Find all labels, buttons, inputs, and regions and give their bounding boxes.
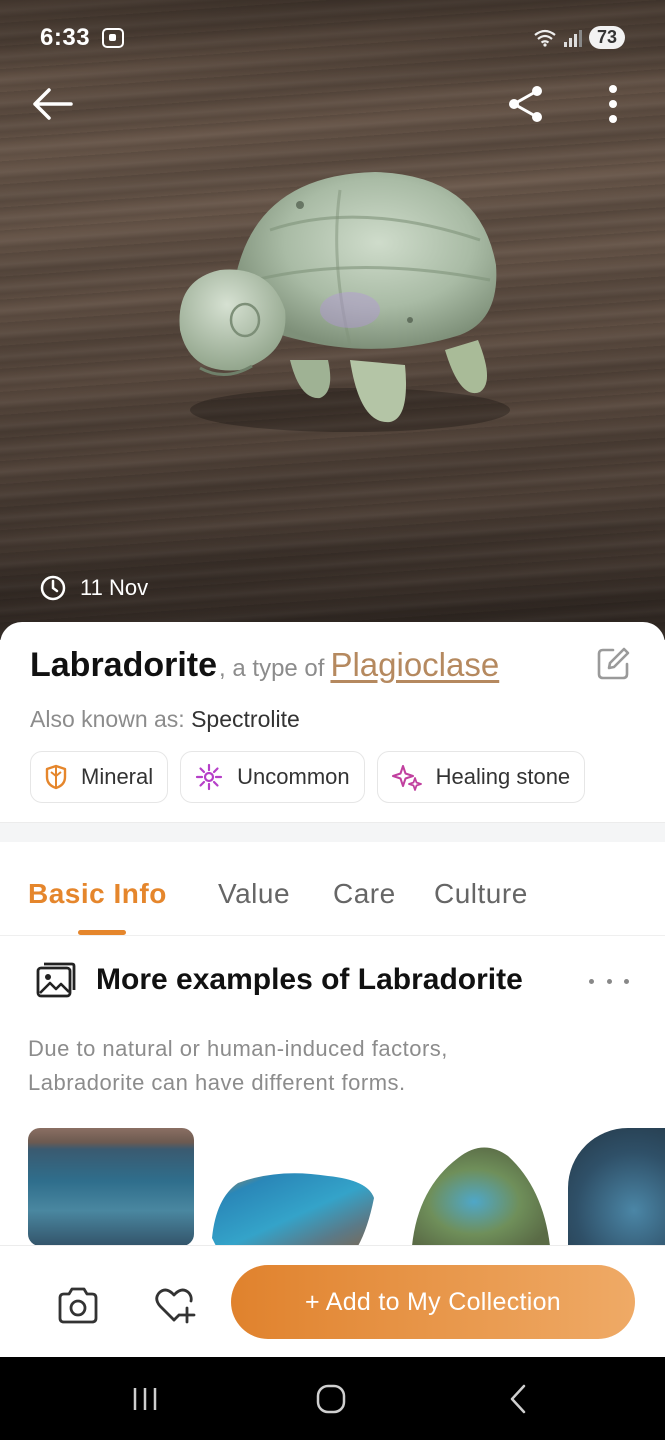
parent-type-link[interactable]: Plagioclase <box>330 646 499 684</box>
wifi-icon <box>534 29 556 47</box>
tab-value[interactable]: Value <box>218 878 290 910</box>
examples-header: More examples of Labradorite <box>36 962 523 998</box>
tag-label: Healing stone <box>435 764 571 789</box>
also-known-as: Also known as: Spectrolite <box>30 706 300 733</box>
home-button[interactable] <box>311 1383 351 1415</box>
capture-date-text: 11 Nov <box>80 575 149 600</box>
more-vertical-icon <box>609 85 617 123</box>
recent-apps-icon <box>133 1388 157 1410</box>
sparkle-icon <box>196 763 223 791</box>
labradorite-rough-image <box>412 1147 550 1246</box>
battery-level: 73 <box>588 26 625 49</box>
status-indicators: 73 <box>533 26 625 49</box>
status-time: 6:33 <box>40 24 91 51</box>
heart-plus-icon <box>155 1288 196 1324</box>
image-gallery-icon <box>36 962 76 998</box>
share-icon <box>509 86 542 122</box>
example-image-4[interactable] <box>568 1128 665 1246</box>
shield-icon <box>45 764 67 790</box>
hero-shade <box>0 0 665 640</box>
status-bar: 6:33 73 <box>0 0 665 80</box>
cell-signal-icon <box>563 29 582 47</box>
bottom-action-bar: + Add to My Collection <box>0 1245 665 1357</box>
tag-list: Mineral Uncommon Healing stone <box>30 751 586 803</box>
edit-icon <box>597 647 630 680</box>
examples-more-button[interactable] <box>589 968 629 994</box>
more-options-button[interactable] <box>587 78 639 130</box>
system-navigation-bar <box>0 1357 665 1440</box>
camera-button[interactable] <box>56 1286 100 1330</box>
specimen-photo[interactable]: 6:33 73 11 Nov <box>0 0 665 640</box>
tag-label: Uncommon <box>237 764 350 789</box>
tag-mineral[interactable]: Mineral <box>30 751 169 803</box>
clock-icon <box>40 575 66 601</box>
identification-card: Labradorite , a type of Plagioclase Also… <box>0 622 665 822</box>
aka-label: Also known as: <box>30 706 192 732</box>
tag-healing-stone[interactable]: Healing stone <box>376 751 586 803</box>
aka-value: Spectrolite <box>191 706 300 732</box>
example-image-2[interactable] <box>208 1128 376 1246</box>
stone-name: Labradorite <box>30 646 218 684</box>
tag-label: Mineral <box>81 764 154 789</box>
system-back-button[interactable] <box>498 1383 538 1415</box>
example-gallery <box>0 1128 665 1246</box>
arrow-left-icon <box>33 88 73 120</box>
wishlist-button[interactable] <box>152 1286 196 1330</box>
examples-title: More examples of Labradorite <box>96 963 523 996</box>
capture-date: 11 Nov <box>40 575 148 601</box>
tab-culture[interactable]: Culture <box>434 878 528 910</box>
tab-care[interactable]: Care <box>333 878 396 910</box>
screenshot-icon <box>102 28 124 48</box>
example-image-1[interactable] <box>28 1128 194 1246</box>
camera-icon <box>58 1287 98 1324</box>
recent-apps-button[interactable] <box>125 1383 165 1415</box>
tab-bar: Basic Info Value Care Culture <box>0 842 665 936</box>
active-tab-indicator <box>78 930 126 935</box>
tag-uncommon[interactable]: Uncommon <box>180 751 365 803</box>
type-prefix: , a type of <box>219 655 325 682</box>
example-image-3[interactable] <box>398 1128 558 1246</box>
examples-description: Due to natural or human-induced factors,… <box>28 1036 448 1095</box>
section-divider <box>0 822 665 842</box>
tab-basic-info[interactable]: Basic Info <box>28 878 167 910</box>
edit-button[interactable] <box>595 646 631 682</box>
chevron-left-icon <box>510 1384 526 1414</box>
back-button[interactable] <box>26 78 78 130</box>
home-icon <box>316 1384 346 1414</box>
stars-icon <box>391 765 422 791</box>
share-button[interactable] <box>500 78 552 130</box>
add-to-collection-button[interactable]: + Add to My Collection <box>231 1265 635 1339</box>
labradorite-slab-image <box>212 1173 374 1246</box>
title-row: Labradorite , a type of Plagioclase <box>30 646 499 685</box>
